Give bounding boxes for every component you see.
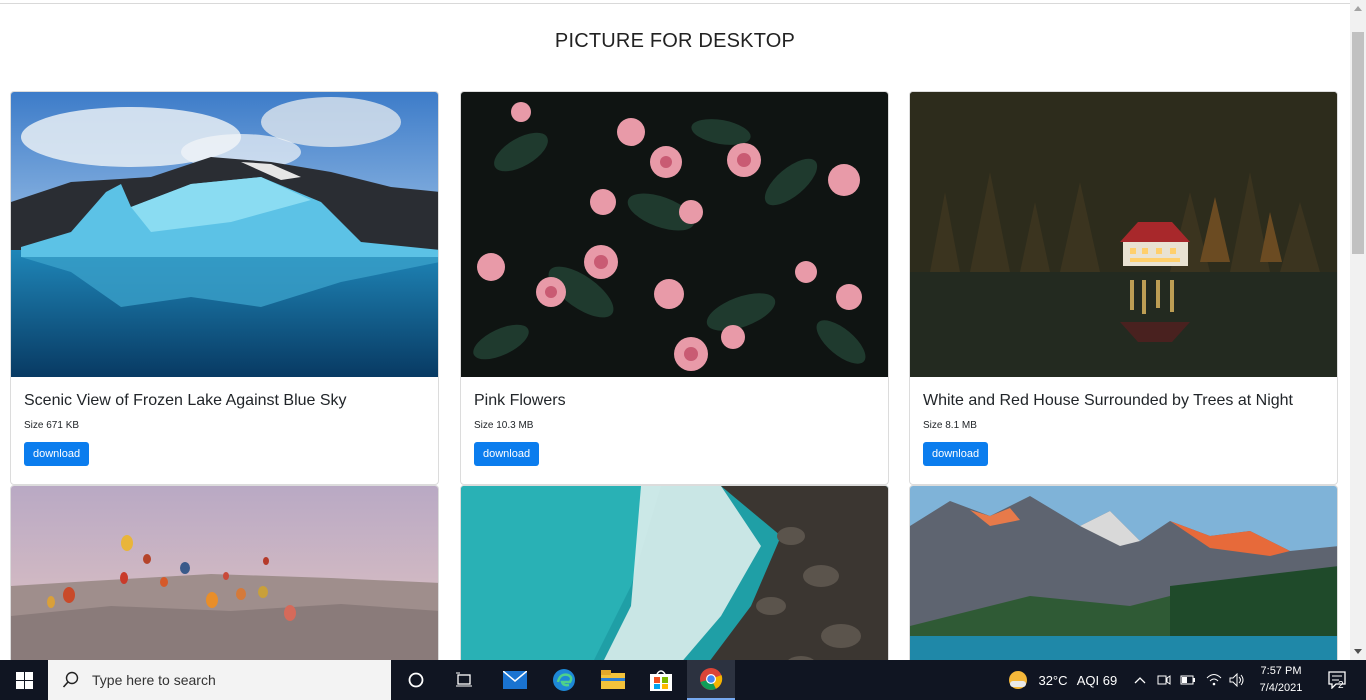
chrome-app-active[interactable] — [687, 660, 735, 700]
card-image-pink-flowers[interactable] — [461, 92, 888, 377]
taskbar: Type here to search 32°C AQI 69 7:57 PM … — [0, 660, 1366, 700]
file-explorer-icon[interactable] — [594, 660, 632, 700]
battery-icon[interactable] — [1178, 660, 1198, 700]
picture-card — [909, 485, 1338, 660]
card-title: Pink Flowers — [474, 392, 566, 409]
scroll-thumb[interactable] — [1352, 32, 1364, 254]
card-size: Size 671 KB — [24, 420, 80, 431]
task-view-icon[interactable] — [446, 660, 482, 700]
picture-card: Pink Flowers Size 10.3 MB download — [460, 91, 889, 485]
page-title: PICTURE FOR DESKTOP — [554, 30, 796, 52]
download-button[interactable]: download — [923, 442, 989, 466]
weather-temperature: 32°C — [1038, 672, 1068, 688]
card-image-frozen-lake[interactable] — [11, 92, 438, 377]
search-placeholder: Type here to search — [92, 672, 216, 688]
scroll-down-arrow-icon[interactable] — [1354, 649, 1362, 654]
taskbar-search-box[interactable]: Type here to search — [48, 660, 391, 700]
notification-count: 2 — [1338, 680, 1344, 691]
chrome-icon — [700, 668, 723, 690]
weather-icon[interactable] — [1004, 660, 1032, 700]
picture-card — [460, 485, 889, 660]
picture-card — [10, 485, 439, 660]
browser-viewport: PICTURE FOR DESKTOP Scenic View of Froze… — [0, 0, 1350, 660]
meet-now-icon[interactable] — [1154, 660, 1174, 700]
wifi-icon[interactable] — [1203, 660, 1225, 700]
card-image-mountain-lake[interactable] — [910, 486, 1337, 660]
air-quality-index: AQI 69 — [1076, 672, 1118, 688]
start-button[interactable] — [0, 660, 48, 700]
scroll-up-arrow-icon[interactable] — [1354, 6, 1362, 11]
picture-card: White and Red House Surrounded by Trees … — [909, 91, 1338, 485]
card-size: Size 10.3 MB — [474, 420, 534, 431]
action-center-button[interactable]: 2 — [1318, 660, 1358, 700]
search-icon — [62, 671, 79, 688]
card-title: White and Red House Surrounded by Trees … — [923, 392, 1293, 409]
store-icon[interactable] — [642, 660, 680, 700]
page-scrollbar[interactable] — [1350, 0, 1366, 660]
clock-time: 7:57 PM — [1260, 665, 1302, 677]
card-size: Size 8.1 MB — [923, 420, 977, 431]
card-image-house-at-night[interactable] — [910, 92, 1337, 377]
top-divider — [0, 3, 1350, 4]
card-image-ocean-waves[interactable] — [461, 486, 888, 660]
edge-browser-icon[interactable] — [545, 660, 583, 700]
card-image-balloons[interactable] — [11, 486, 438, 660]
download-button[interactable]: download — [24, 442, 90, 466]
download-button[interactable]: download — [474, 442, 540, 466]
volume-icon[interactable] — [1226, 660, 1248, 700]
mail-app-icon[interactable] — [496, 660, 534, 700]
taskbar-clock[interactable]: 7:57 PM 7/4/2021 — [1252, 663, 1310, 697]
picture-card: Scenic View of Frozen Lake Against Blue … — [10, 91, 439, 485]
chevron-up-icon[interactable] — [1130, 660, 1150, 700]
cortana-icon[interactable] — [398, 660, 434, 700]
clock-date: 7/4/2021 — [1259, 682, 1303, 694]
windows-logo-icon — [15, 671, 33, 689]
card-title: Scenic View of Frozen Lake Against Blue … — [24, 392, 347, 409]
